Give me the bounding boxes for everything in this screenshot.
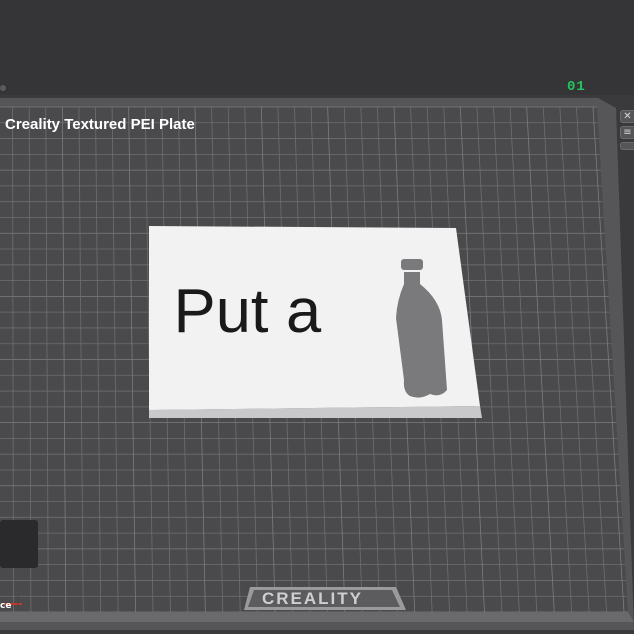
plate-number[interactable]: 01 xyxy=(567,79,586,95)
plate-settings-icon: ≡ xyxy=(623,127,632,138)
plate-close-button[interactable]: ✕ xyxy=(620,110,634,123)
build-plate-edge xyxy=(0,612,634,622)
close-icon: ✕ xyxy=(623,111,632,122)
plate-lock-button[interactable] xyxy=(620,142,634,150)
brand-logo: CREALITY xyxy=(262,589,363,608)
plate-name-label[interactable]: Creality Textured PEI Plate xyxy=(5,116,195,133)
viewport-background xyxy=(0,0,634,95)
left-panel-fragment: ce xyxy=(0,601,12,611)
model-text: Put a xyxy=(173,277,322,346)
viewport-marker xyxy=(0,85,6,91)
plate-settings-button[interactable]: ≡ xyxy=(620,126,634,139)
left-object xyxy=(0,520,38,568)
